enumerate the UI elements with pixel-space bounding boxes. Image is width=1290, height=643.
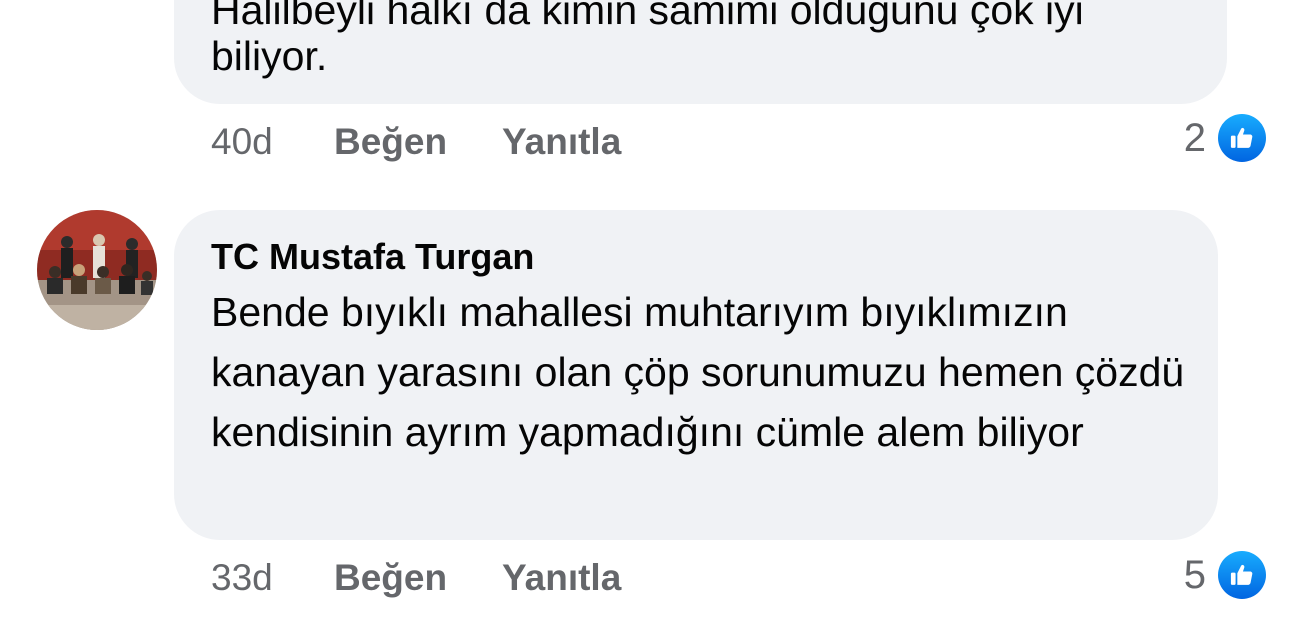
comment-text: biliyor.: [211, 33, 328, 79]
reaction-summary[interactable]: 5: [1184, 550, 1266, 600]
comment-thread: Halilbeyli halkı da kimin samimi olduğun…: [0, 0, 1290, 643]
comment-text-partial: Halilbeyli halkı da kimin samimi olduğun…: [211, 0, 1084, 33]
comment-actions: 40d Beğen Yanıtla: [211, 117, 621, 167]
avatar[interactable]: [37, 210, 157, 330]
comment-bubble: TC Mustafa Turgan Bende bıyıklı mahalles…: [174, 210, 1218, 540]
comment-timestamp[interactable]: 40d: [211, 121, 334, 163]
comment-author[interactable]: TC Mustafa Turgan: [211, 235, 534, 279]
reaction-count: 5: [1183, 552, 1206, 597]
comment-text: Bende bıyıklı mahallesi muhtarıyım bıyık…: [211, 289, 1185, 455]
thumbs-up-icon: [1218, 114, 1266, 162]
like-button[interactable]: Beğen: [334, 557, 502, 599]
thumbs-up-icon: [1218, 551, 1266, 599]
reply-button[interactable]: Yanıtla: [502, 557, 621, 599]
comment-timestamp[interactable]: 33d: [211, 557, 334, 599]
reply-button[interactable]: Yanıtla: [502, 121, 621, 163]
reaction-summary[interactable]: 2: [1184, 113, 1266, 163]
comment-bubble: Halilbeyli halkı da kimin samimi olduğun…: [174, 0, 1227, 104]
comment-actions: 33d Beğen Yanıtla: [211, 553, 621, 603]
like-button[interactable]: Beğen: [334, 121, 502, 163]
reaction-count: 2: [1183, 115, 1206, 160]
